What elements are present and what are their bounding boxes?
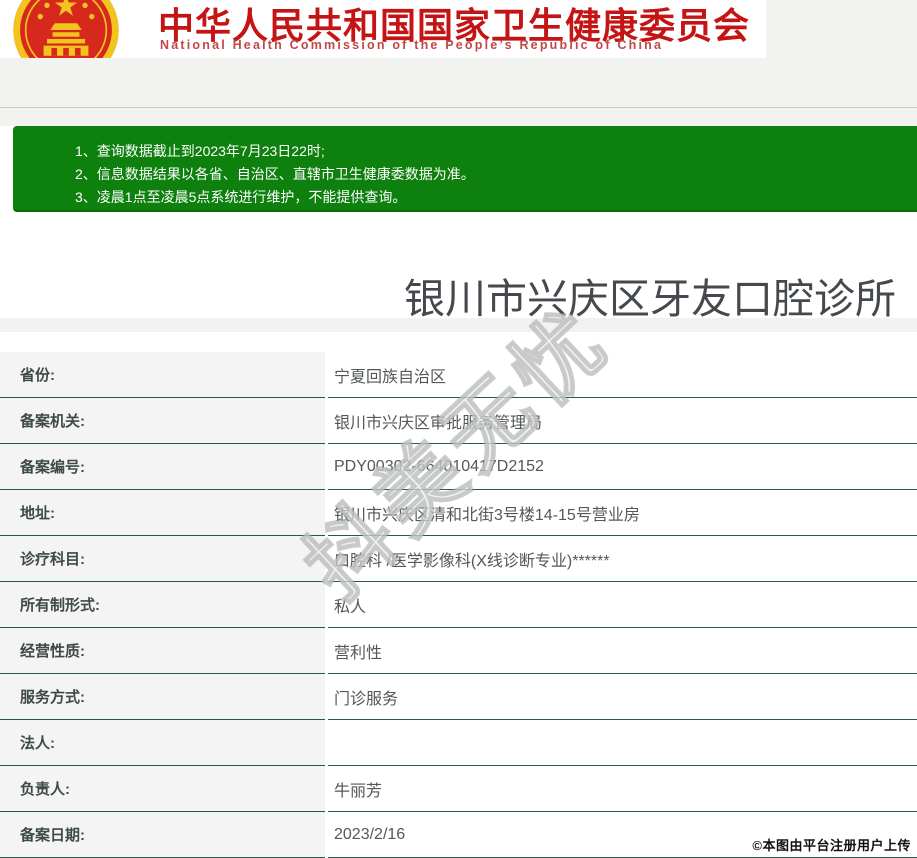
china-national-emblem-icon <box>10 0 122 58</box>
row-label: 所有制形式: <box>0 582 325 628</box>
row-value <box>328 720 917 766</box>
table-row-filing-number: 备案编号: PDY00302-664010417D2152 <box>0 444 917 490</box>
notice-line-1: 1、查询数据截止到2023年7月23日22时; <box>75 140 917 163</box>
row-value: 银川市兴庆区审批服务管理局 <box>328 398 917 444</box>
table-row-service-mode: 服务方式: 门诊服务 <box>0 674 917 720</box>
row-label: 地址: <box>0 490 325 536</box>
row-value: 门诊服务 <box>328 674 917 720</box>
table-row-filing-authority: 备案机关: 银川市兴庆区审批服务管理局 <box>0 398 917 444</box>
clinic-name-title: 银川市兴庆区牙友口腔诊所 <box>0 265 917 325</box>
row-label: 备案日期: <box>0 812 325 858</box>
upload-stamp: ©本图由平台注册用户上传 <box>752 835 911 854</box>
row-value: 宁夏回族自治区 <box>328 352 917 398</box>
row-label: 备案编号: <box>0 444 325 490</box>
table-row-diagnosis-subjects: 诊疗科目: 口腔科 /医学影像科(X线诊断专业)****** <box>0 536 917 582</box>
row-value: PDY00302-664010417D2152 <box>328 444 917 490</box>
table-row-business-nature: 经营性质: 营利性 <box>0 628 917 674</box>
page: 中华人民共和国国家卫生健康委员会 National Health Commiss… <box>0 0 917 858</box>
page-viewport: 中华人民共和国国家卫生健康委员会 National Health Commiss… <box>0 0 917 858</box>
row-value: 口腔科 /医学影像科(X线诊断专业)****** <box>328 536 917 582</box>
row-value: 银川市兴庆区清和北街3号楼14-15号营业房 <box>328 490 917 536</box>
row-label: 服务方式: <box>0 674 325 720</box>
record-table: 省份: 宁夏回族自治区 备案机关: 银川市兴庆区审批服务管理局 备案编号: PD… <box>0 352 917 858</box>
agency-title-en: National Health Commission of the People… <box>160 38 663 52</box>
row-label: 诊疗科目: <box>0 536 325 582</box>
notice-box: 1、查询数据截止到2023年7月23日22时; 2、信息数据结果以各省、自治区、… <box>13 126 917 212</box>
table-row-province: 省份: 宁夏回族自治区 <box>0 352 917 398</box>
table-row-person-in-charge: 负责人: 牛丽芳 <box>0 766 917 812</box>
row-label: 法人: <box>0 720 325 766</box>
table-row-address: 地址: 银川市兴庆区清和北街3号楼14-15号营业房 <box>0 490 917 536</box>
table-row-legal-person: 法人: <box>0 720 917 766</box>
row-label: 备案机关: <box>0 398 325 444</box>
table-top-edge <box>0 318 917 332</box>
header-banner: 中华人民共和国国家卫生健康委员会 National Health Commiss… <box>0 0 766 58</box>
row-value: 私人 <box>328 582 917 628</box>
row-label: 省份: <box>0 352 325 398</box>
row-label: 负责人: <box>0 766 325 812</box>
row-value: 营利性 <box>328 628 917 674</box>
notice-line-2: 2、信息数据结果以各省、自治区、直辖市卫生健康委数据为准。 <box>75 163 917 186</box>
table-row-ownership: 所有制形式: 私人 <box>0 582 917 628</box>
row-value: 牛丽芳 <box>328 766 917 812</box>
notice-line-3: 3、凌晨1点至凌晨5点系统进行维护，不能提供查询。 <box>75 186 917 209</box>
row-label: 经营性质: <box>0 628 325 674</box>
header-divider-line <box>0 107 917 108</box>
